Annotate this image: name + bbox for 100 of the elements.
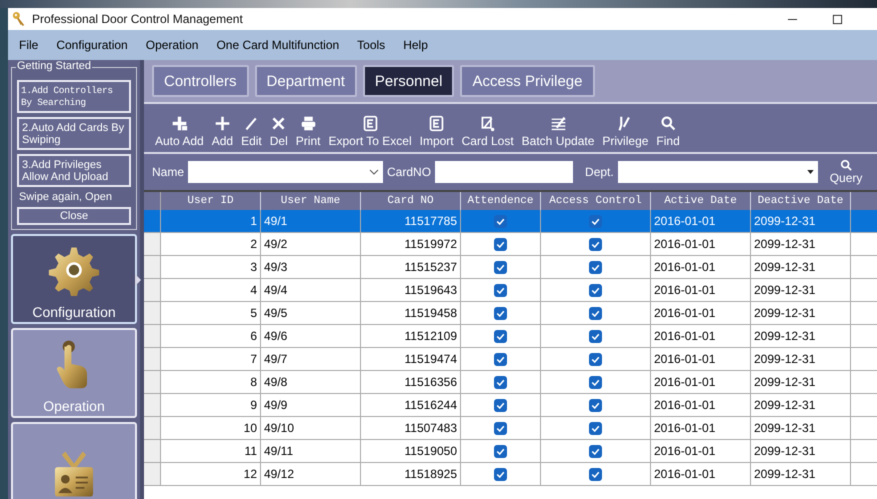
toolbar-button[interactable]: Del xyxy=(266,115,291,148)
cross-icon xyxy=(270,115,288,132)
table-row[interactable]: 5 49/5 11519458 2016-01-01 2099-12-31 xyxy=(144,302,877,325)
toolbar-button[interactable]: Import xyxy=(416,115,457,148)
checkbox[interactable] xyxy=(494,330,507,342)
table-cell: 2099-12-31 xyxy=(751,302,851,324)
table-row[interactable]: 4 49/4 11519643 2016-01-01 2099-12-31 xyxy=(144,279,877,302)
edit-card-icon xyxy=(479,115,496,132)
table-row[interactable]: 2 49/2 11519972 2016-01-01 2099-12-31 xyxy=(144,233,877,256)
checkbox[interactable] xyxy=(589,214,602,228)
checkbox[interactable] xyxy=(494,214,507,228)
close-button[interactable]: Close xyxy=(17,207,131,225)
menu-item[interactable]: Operation xyxy=(136,38,208,52)
menu-item[interactable]: Tools xyxy=(348,38,394,52)
menu-item[interactable]: Help xyxy=(394,38,437,52)
table-cell: 11517785 xyxy=(361,210,461,232)
toolbar-button[interactable]: Batch Update xyxy=(518,115,598,148)
table-cell: 5 xyxy=(161,302,261,324)
checkbox[interactable] xyxy=(589,238,602,250)
table-row[interactable]: 6 49/6 11512109 2016-01-01 2099-12-31 xyxy=(144,325,877,348)
checkbox[interactable] xyxy=(494,376,507,388)
checkbox[interactable] xyxy=(589,398,602,412)
nav-button[interactable]: Operation xyxy=(11,328,137,418)
checkbox[interactable] xyxy=(494,422,507,434)
table-cell: 2099-12-31 xyxy=(751,256,851,278)
table-cell: 2099-12-31 xyxy=(751,371,851,393)
checkbox[interactable] xyxy=(589,376,602,388)
step-button[interactable]: 1.Add Controllers By Searching xyxy=(17,80,131,113)
table-row[interactable]: 1 49/1 11517785 2016-01-01 2099-12-31 xyxy=(144,210,877,233)
table-row[interactable]: 9 49/9 11516244 2016-01-01 2099-12-31 xyxy=(144,394,877,417)
toolbar-button[interactable]: Auto Add xyxy=(152,115,207,148)
table-cell: 2099-12-31 xyxy=(751,233,851,255)
table-cell: 2016-01-01 xyxy=(651,440,751,462)
table-cell: 12 xyxy=(161,463,261,485)
table-cell: 2099-12-31 xyxy=(751,279,851,301)
checkbox[interactable] xyxy=(589,260,602,274)
step-button[interactable]: 2.Auto Add Cards By Swiping xyxy=(17,117,131,150)
table-row[interactable]: 10 49/10 11507483 2016-01-01 2099-12-31 xyxy=(144,417,877,440)
swipe-note: Swipe again, Open xyxy=(18,191,113,203)
table-cell: 11507483 xyxy=(361,417,461,439)
checkbox[interactable] xyxy=(494,444,507,458)
menu-item[interactable]: One Card Multifunction xyxy=(207,38,348,52)
letter-e-icon xyxy=(428,115,446,132)
nav-button[interactable] xyxy=(11,422,137,499)
table-cell: 2016-01-01 xyxy=(651,463,751,485)
checkbox[interactable] xyxy=(494,398,507,412)
checkbox[interactable] xyxy=(494,352,507,366)
table-cell: 49/2 xyxy=(261,233,361,255)
checkbox[interactable] xyxy=(589,468,602,480)
field-label: CardNO xyxy=(387,165,432,179)
table-cell: 11519474 xyxy=(361,348,461,370)
checkbox[interactable] xyxy=(589,352,602,366)
cardno-field[interactable] xyxy=(435,161,574,183)
checkbox[interactable] xyxy=(494,284,507,296)
dropdown-arrow-icon xyxy=(806,170,814,174)
plus-icon xyxy=(214,115,231,132)
checkbox[interactable] xyxy=(494,306,507,320)
table-cell: 11518925 xyxy=(361,463,461,485)
toolbar-button[interactable]: Print xyxy=(292,115,324,148)
checkbox[interactable] xyxy=(589,306,602,320)
checkbox[interactable] xyxy=(494,260,507,274)
tab[interactable]: Controllers xyxy=(152,65,249,97)
table-cell: 49/8 xyxy=(261,371,361,393)
checkbox[interactable] xyxy=(589,284,602,296)
table-row[interactable]: 12 49/12 11518925 2016-01-01 2099-12-31 xyxy=(144,463,877,486)
checkbox[interactable] xyxy=(494,238,507,250)
table-cell: 49/4 xyxy=(261,279,361,301)
table-cell: 11519972 xyxy=(361,233,461,255)
key-icon xyxy=(12,11,26,27)
table-cell: 49/6 xyxy=(261,325,361,347)
query-button[interactable]: Query xyxy=(828,159,864,185)
toolbar-button[interactable]: Privilege xyxy=(599,115,652,148)
table-row[interactable]: 8 49/8 11516356 2016-01-01 2099-12-31 xyxy=(144,371,877,394)
table-row[interactable]: 3 49/3 11515237 2016-01-01 2099-12-31 xyxy=(144,256,877,279)
table-row[interactable]: 7 49/7 11519474 2016-01-01 2099-12-31 xyxy=(144,348,877,371)
menu-item[interactable]: Configuration xyxy=(47,38,137,52)
table-cell: 11512109 xyxy=(361,325,461,347)
toolbar-button[interactable]: Card Lost xyxy=(458,115,517,148)
window-title: Professional Door Control Management xyxy=(32,12,243,26)
menu-item[interactable]: File xyxy=(10,38,48,52)
checkbox[interactable] xyxy=(589,444,602,458)
table-row[interactable]: 11 49/11 11519050 2016-01-01 2099-12-31 xyxy=(144,440,877,463)
tab[interactable]: Department xyxy=(254,65,357,97)
toolbar-button[interactable]: Export To Excel xyxy=(325,115,415,148)
toolbar-button[interactable]: Add xyxy=(208,115,236,148)
toolbar-button[interactable]: Find xyxy=(653,115,683,148)
table-cell: 2099-12-31 xyxy=(751,417,851,439)
tab[interactable]: Access Privilege xyxy=(460,65,594,97)
tab[interactable]: Personnel xyxy=(362,65,454,97)
search-icon xyxy=(660,115,677,132)
maximize-icon[interactable] xyxy=(832,14,843,24)
table-cell: 2016-01-01 xyxy=(651,348,751,370)
checkbox[interactable] xyxy=(589,330,602,342)
toolbar-button[interactable]: Edit xyxy=(238,115,265,148)
checkbox[interactable] xyxy=(494,468,507,480)
group-title: Getting Started xyxy=(16,60,92,72)
checkbox[interactable] xyxy=(589,422,602,434)
table-cell: 2016-01-01 xyxy=(651,302,751,324)
step-button[interactable]: 3.Add Privileges Allow And Upload xyxy=(17,154,131,187)
table-cell: 49/7 xyxy=(261,348,361,370)
